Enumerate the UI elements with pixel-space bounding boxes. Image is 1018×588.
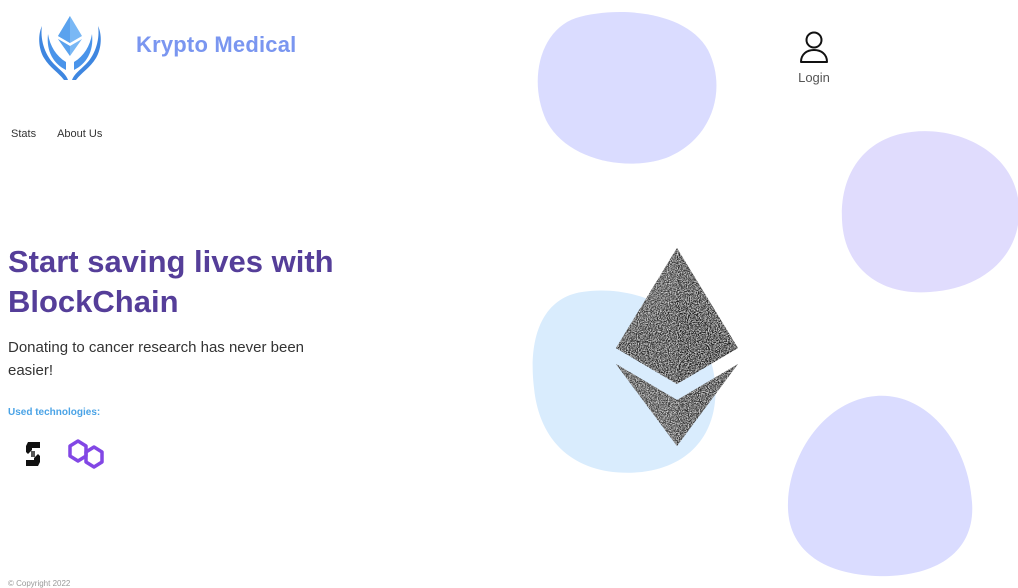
polygon-icon: [68, 439, 104, 469]
hero-title: Start saving lives with BlockChain: [8, 244, 334, 319]
nav-item-stats[interactable]: Stats: [11, 128, 36, 140]
brand-name[interactable]: Krypto Medical: [136, 32, 297, 58]
landing-page: Krypto Medical Login Stats About Us Star…: [0, 0, 1018, 588]
login-button[interactable]: Login: [790, 30, 838, 85]
krypto-medical-logo-icon[interactable]: [38, 14, 102, 82]
main-nav: Stats About Us: [11, 128, 102, 140]
technologies-label: Used technologies:: [8, 407, 101, 418]
nav-item-about-us[interactable]: About Us: [57, 128, 102, 140]
login-label: Login: [798, 70, 830, 85]
decorative-blob: [787, 395, 973, 577]
footer-copyright: © Copyright 2022: [8, 579, 71, 588]
decorative-blob: [537, 12, 717, 164]
decorative-blob: [841, 131, 1018, 293]
ethereum-illustration-icon: [616, 248, 738, 446]
user-icon: [800, 31, 828, 63]
hero-subtitle: Donating to cancer research has never be…: [8, 339, 305, 379]
solana-icon: [26, 442, 40, 466]
